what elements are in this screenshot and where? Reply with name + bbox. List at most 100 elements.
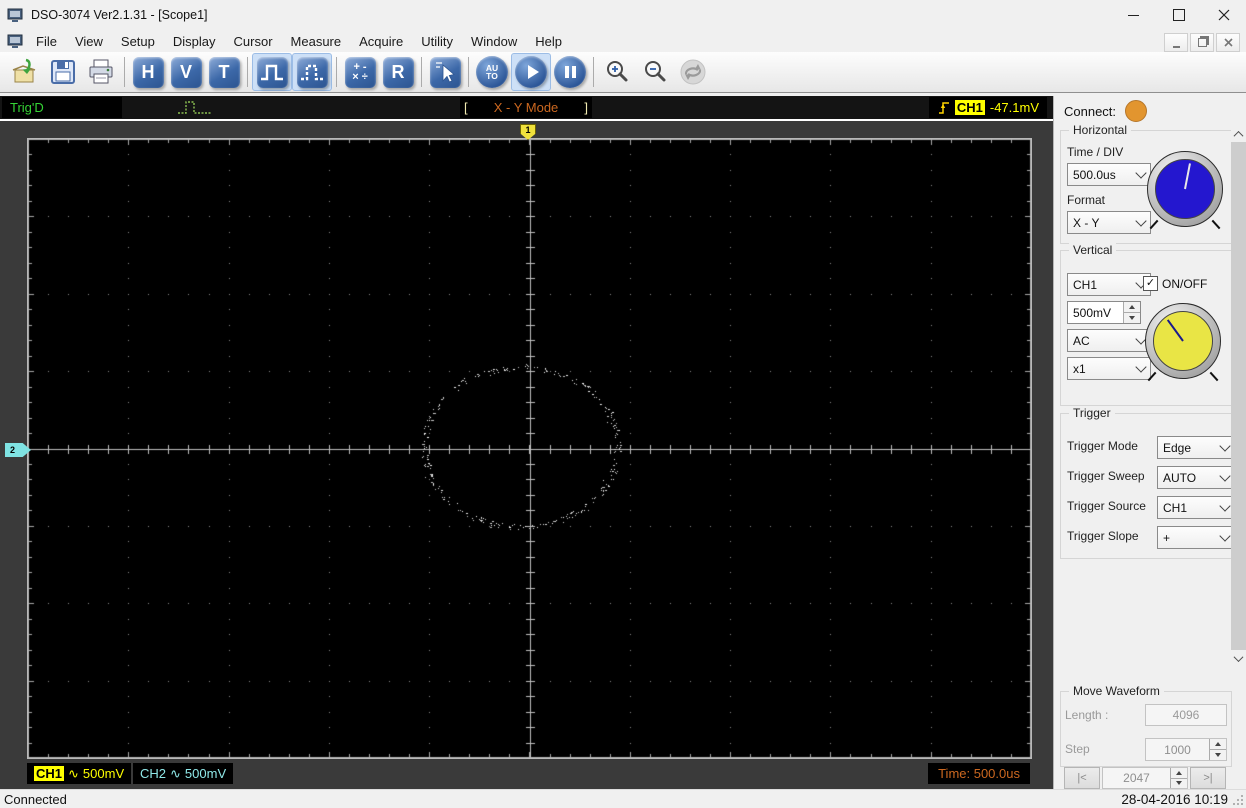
ch1-coupling-icon: ∿ bbox=[68, 765, 79, 781]
scrollbar-up-button[interactable] bbox=[1231, 126, 1246, 142]
auto-button[interactable]: AU TO bbox=[473, 54, 511, 90]
position-spinner[interactable]: 2047 bbox=[1102, 767, 1188, 789]
cursor-select-button[interactable] bbox=[426, 54, 464, 90]
chevron-down-icon bbox=[1219, 469, 1231, 482]
scrollbar-down-button[interactable] bbox=[1231, 650, 1246, 666]
chevron-up-icon bbox=[1233, 130, 1244, 141]
step-value: 1000 bbox=[1164, 742, 1191, 757]
menu-item-setup[interactable]: Setup bbox=[112, 32, 164, 51]
resize-grip-icon[interactable] bbox=[1233, 795, 1244, 806]
trigger-mode-value: Edge bbox=[1163, 440, 1192, 455]
pulse-solid-button[interactable] bbox=[252, 53, 292, 91]
connection-status: Connected bbox=[4, 791, 67, 807]
display-mode-indicator: [ X - Y Mode ] bbox=[460, 97, 592, 118]
open-button[interactable] bbox=[6, 54, 44, 90]
probe-select[interactable]: x1 bbox=[1067, 357, 1151, 380]
step-spinner[interactable]: 1000 bbox=[1145, 738, 1227, 761]
horizontal-group: Horizontal Time / DIV 500.0us Format X -… bbox=[1060, 123, 1232, 244]
pause-button[interactable] bbox=[551, 54, 589, 90]
trigger-sweep-label: Trigger Sweep bbox=[1067, 469, 1145, 483]
waveform-plot[interactable] bbox=[27, 138, 1032, 759]
menu-item-window[interactable]: Window bbox=[462, 32, 526, 51]
trigger-source-select[interactable]: CH1 bbox=[1157, 496, 1235, 519]
ch2-readout: CH2 ∿ 500mV bbox=[133, 763, 234, 784]
time-div-select[interactable]: 500.0us bbox=[1067, 163, 1151, 186]
arrow-up-icon bbox=[1176, 770, 1182, 775]
print-icon bbox=[89, 59, 113, 84]
zoom-in-button[interactable] bbox=[598, 54, 636, 90]
volt-scale-spinner[interactable]: 500mV bbox=[1067, 301, 1141, 324]
vertical-knob[interactable] bbox=[1145, 303, 1221, 382]
spin-up-button[interactable] bbox=[1124, 302, 1140, 313]
menu-item-display[interactable]: Display bbox=[164, 32, 225, 51]
spin-up-button[interactable] bbox=[1210, 739, 1226, 750]
menu-item-cursor[interactable]: Cursor bbox=[225, 32, 282, 51]
play-icon bbox=[515, 56, 547, 88]
channel-select[interactable]: CH1 bbox=[1067, 273, 1151, 296]
math-button[interactable]: +- ×÷ bbox=[341, 54, 379, 90]
mdi-minimize-button[interactable] bbox=[1164, 33, 1188, 52]
time-readout: Time: 500.0us bbox=[928, 763, 1030, 784]
go-first-button[interactable]: |< bbox=[1064, 767, 1100, 789]
menu-item-utility[interactable]: Utility bbox=[412, 32, 462, 51]
horizontal-knob[interactable] bbox=[1147, 151, 1223, 230]
trig-status: Trig'D bbox=[10, 100, 44, 115]
close-button[interactable] bbox=[1201, 0, 1246, 30]
ch2-coupling-icon: ∿ bbox=[170, 765, 181, 781]
format-label: Format bbox=[1067, 193, 1106, 207]
mdi-restore-button[interactable] bbox=[1190, 33, 1214, 52]
ch2-scale: 500mV bbox=[184, 766, 227, 781]
trigger-mode-label: Trigger Mode bbox=[1067, 439, 1138, 453]
sync-button[interactable] bbox=[674, 54, 712, 90]
vertical-setup-button[interactable]: V bbox=[167, 54, 205, 90]
mdi-close-button[interactable] bbox=[1216, 33, 1240, 52]
print-button[interactable] bbox=[82, 54, 120, 90]
pulse-dashed-button[interactable] bbox=[292, 53, 332, 91]
onoff-checkbox[interactable]: ✓ bbox=[1143, 276, 1158, 291]
minimize-button[interactable] bbox=[1111, 0, 1156, 30]
toolbar-separator bbox=[421, 57, 422, 87]
menu-item-acquire[interactable]: Acquire bbox=[350, 32, 412, 51]
trigger-slope-select[interactable]: + bbox=[1157, 526, 1235, 549]
scope-status-bar: Trig'D [ X - Y Mode ] CH1 -47.1mV bbox=[0, 96, 1053, 119]
coupling-select[interactable]: AC bbox=[1067, 329, 1151, 352]
horizontal-setup-button[interactable]: H bbox=[129, 54, 167, 90]
chevron-down-icon bbox=[1135, 360, 1147, 373]
run-button[interactable] bbox=[511, 53, 551, 91]
time-div-label: Time / DIV bbox=[1067, 145, 1124, 159]
spin-up-button[interactable] bbox=[1171, 768, 1187, 779]
ch2-name: CH2 bbox=[140, 766, 167, 781]
toolbar-separator bbox=[247, 57, 248, 87]
mdi-close-icon bbox=[1223, 38, 1233, 47]
trigger-setup-button[interactable]: T bbox=[205, 54, 243, 90]
channel-value: CH1 bbox=[1073, 277, 1098, 292]
move-waveform-title: Move Waveform bbox=[1069, 684, 1164, 698]
chevron-down-icon bbox=[1219, 499, 1231, 512]
maximize-button[interactable] bbox=[1156, 0, 1201, 30]
menu-item-measure[interactable]: Measure bbox=[282, 32, 351, 51]
menu-item-view[interactable]: View bbox=[66, 32, 112, 51]
arrow-down-icon bbox=[1129, 316, 1135, 320]
timebase-label: Time: 500.0us bbox=[938, 766, 1020, 781]
volt-scale-value: 500mV bbox=[1073, 305, 1112, 320]
reference-button[interactable]: R bbox=[379, 54, 417, 90]
menu-item-file[interactable]: File bbox=[27, 32, 66, 51]
mode-bracket-left: [ bbox=[464, 100, 468, 115]
chevron-down-icon bbox=[1233, 651, 1244, 662]
onoff-label: ON/OFF bbox=[1162, 276, 1208, 291]
trigger-slope-value: + bbox=[1163, 530, 1171, 545]
spin-down-button[interactable] bbox=[1210, 750, 1226, 760]
toolbar: H V T +- ×÷ R AU TO bbox=[0, 52, 1246, 93]
vertical-group: Vertical CH1 ✓ ON/OFF 500mV AC x1 bbox=[1060, 243, 1232, 406]
format-select[interactable]: X - Y bbox=[1067, 211, 1151, 234]
go-last-button[interactable]: >| bbox=[1190, 767, 1226, 789]
panel-scrollbar[interactable] bbox=[1231, 126, 1246, 666]
scrollbar-thumb[interactable] bbox=[1231, 142, 1246, 650]
menu-item-help[interactable]: Help bbox=[526, 32, 571, 51]
save-button[interactable] bbox=[44, 54, 82, 90]
zoom-out-button[interactable] bbox=[636, 54, 674, 90]
spin-down-button[interactable] bbox=[1124, 313, 1140, 323]
spin-down-button[interactable] bbox=[1171, 778, 1187, 788]
trigger-mode-select[interactable]: Edge bbox=[1157, 436, 1235, 459]
trigger-sweep-select[interactable]: AUTO bbox=[1157, 466, 1235, 489]
